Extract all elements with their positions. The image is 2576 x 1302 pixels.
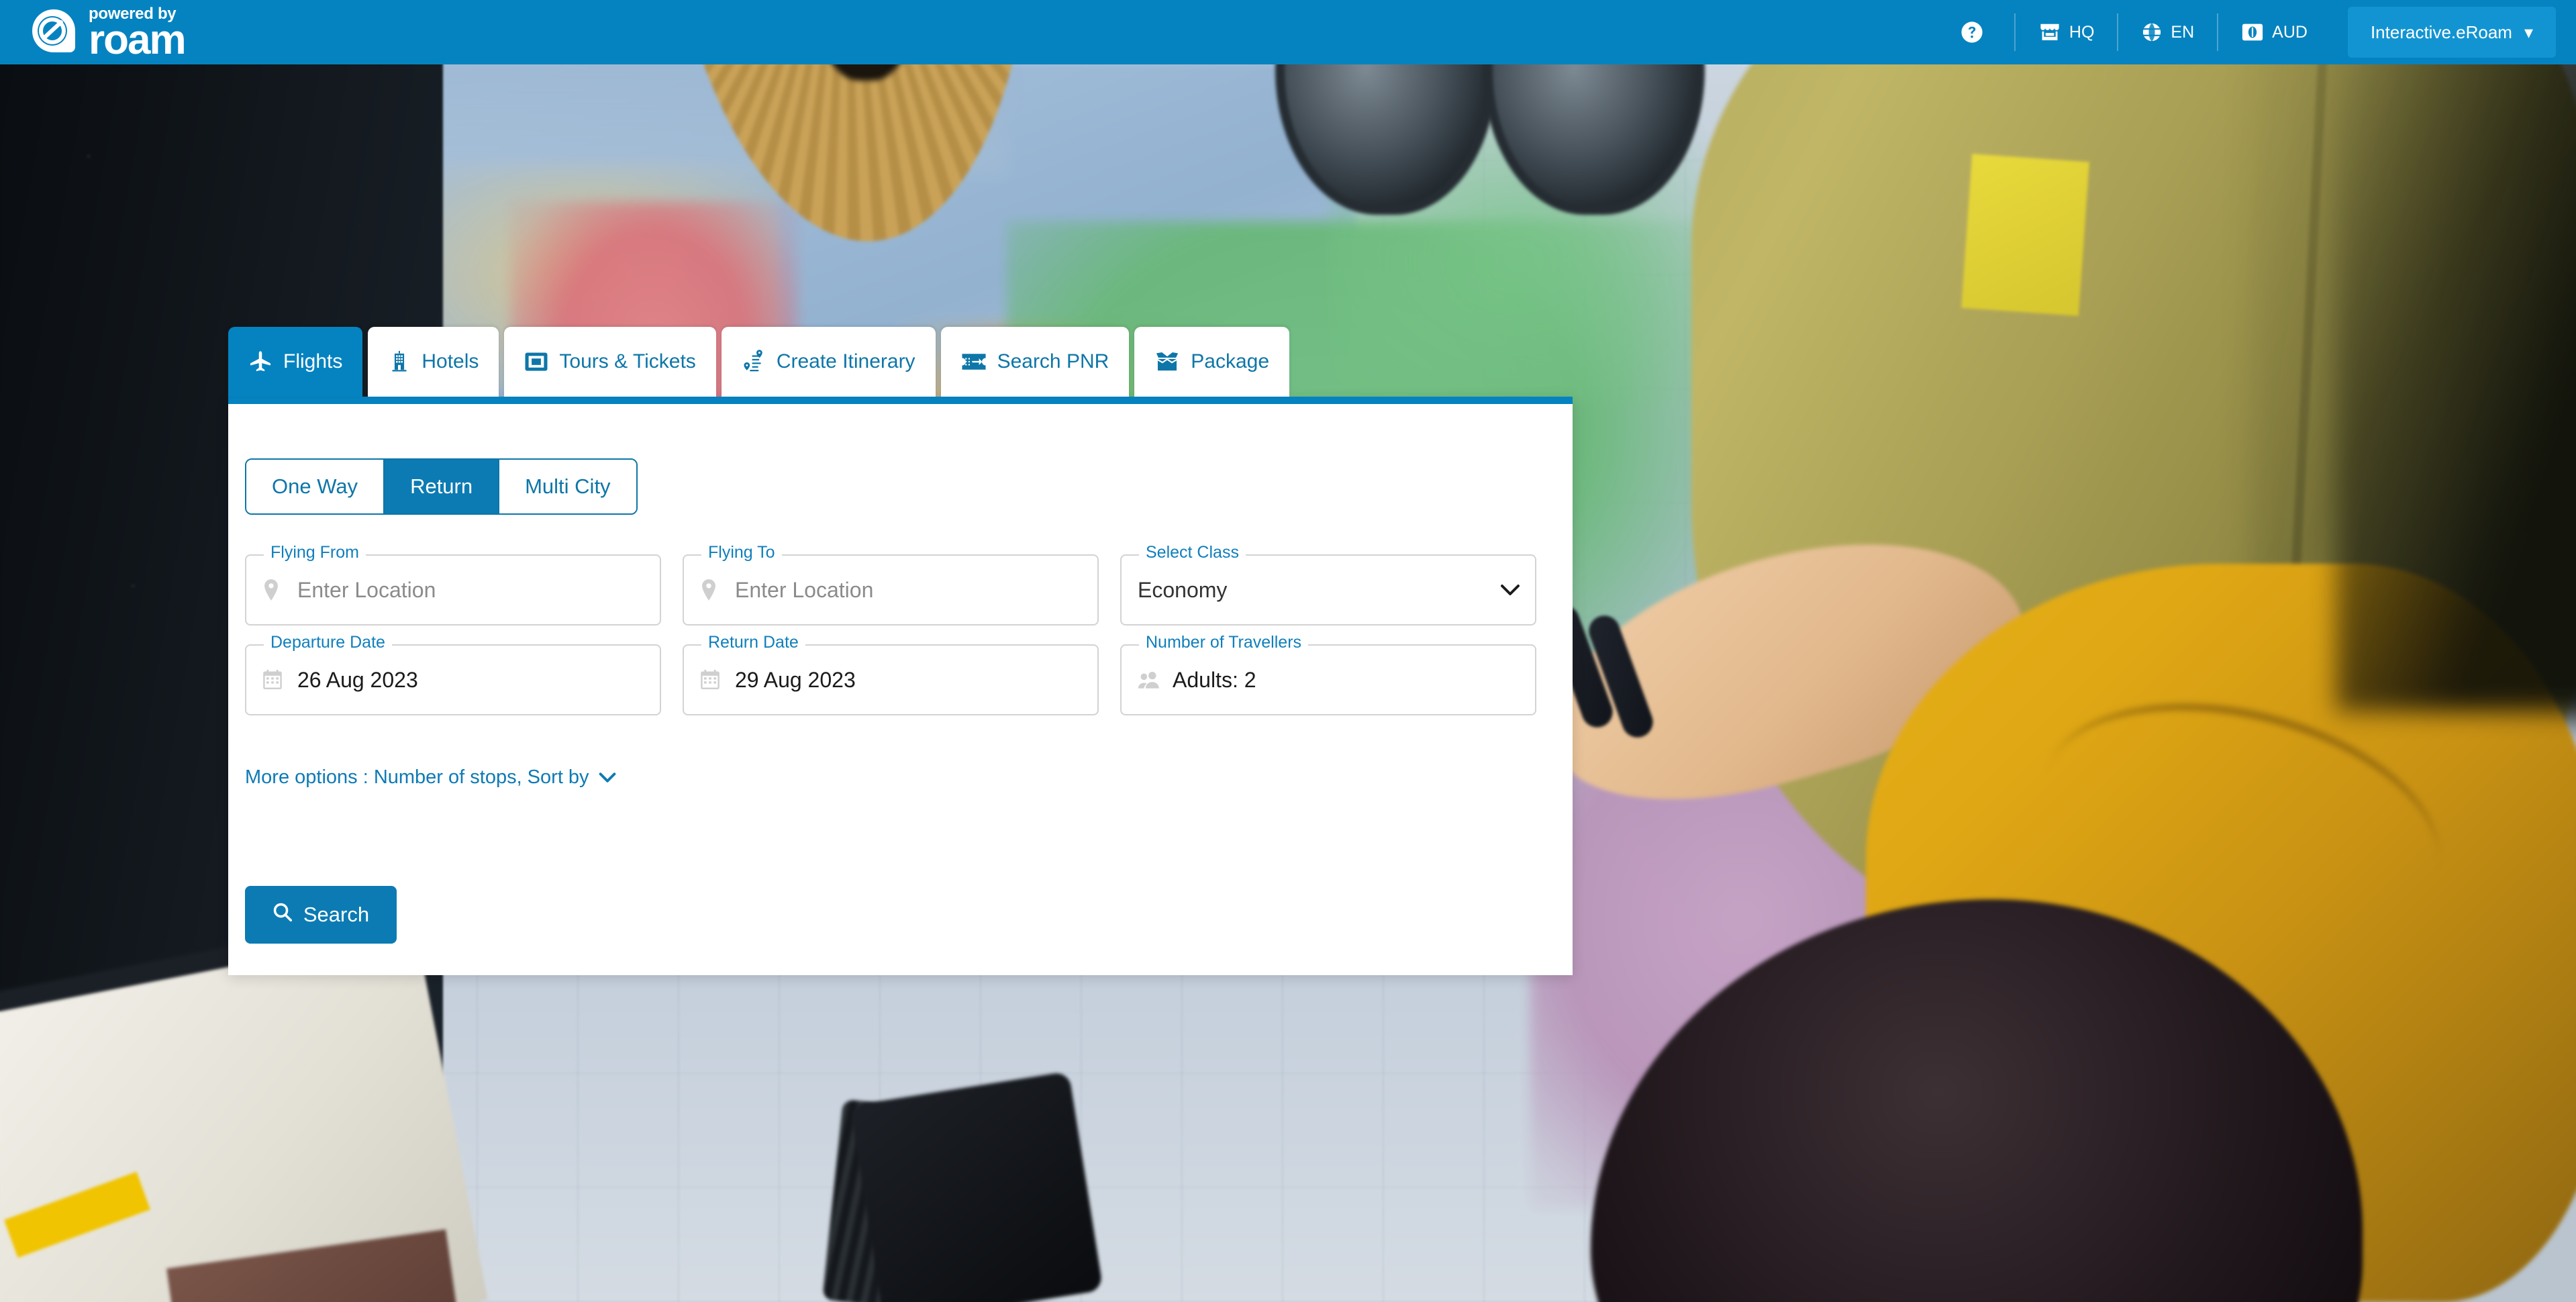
globe-icon: [2141, 21, 2163, 43]
box-icon: [1154, 350, 1180, 373]
flying-to-label: Flying To: [701, 544, 782, 561]
photo-dark-shoulder: [2336, 40, 2576, 711]
route-pin-icon: [742, 348, 766, 375]
tab-package[interactable]: Package: [1134, 327, 1290, 397]
flying-to-value: Enter Location: [735, 577, 874, 602]
flight-search-card: One Way Return Multi City Flying From En…: [228, 397, 1573, 975]
flying-from-field[interactable]: Flying From Enter Location: [245, 544, 661, 625]
photo-smartphone: [850, 1071, 1103, 1302]
tab-search-pnr-label: Search PNR: [997, 350, 1109, 372]
tab-hotels-label: Hotels: [422, 350, 479, 372]
departure-date-value: 26 Aug 2023: [297, 667, 418, 692]
top-nav-actions: HQ EN AUD Interactive.eRoam ▾: [1938, 0, 2556, 64]
people-icon: [1138, 670, 1167, 689]
flying-from-value: Enter Location: [297, 577, 436, 602]
currency-selector[interactable]: AUD: [2217, 13, 2330, 51]
select-class-value: Economy: [1138, 577, 1228, 602]
chevron-down-icon: [599, 766, 616, 789]
travellers-field[interactable]: Number of Travellers Adults: 2: [1120, 634, 1536, 715]
flying-to-field[interactable]: Flying To Enter Location: [683, 544, 1099, 625]
service-tab-bar: Flights Hotels Tours & Tickets Create It…: [228, 327, 1295, 397]
calendar-icon: [700, 669, 730, 691]
tab-create-itinerary[interactable]: Create Itinerary: [721, 327, 936, 397]
map-pin-icon: [700, 579, 730, 601]
logo-roam-text: roam: [89, 17, 187, 64]
tab-tours-tickets[interactable]: Tours & Tickets: [504, 327, 716, 397]
trip-type-one-way-label: One Way: [272, 474, 358, 498]
help-circle-icon: [1961, 21, 1983, 44]
eroam-logo[interactable]: powered by roam: [26, 4, 187, 64]
plane-icon: [248, 350, 273, 374]
store-icon: [2038, 22, 2061, 42]
select-class-field[interactable]: Select Class Economy: [1120, 544, 1536, 625]
return-date-label: Return Date: [701, 634, 805, 651]
currency-label: AUD: [2272, 22, 2308, 42]
eroam-logo-mark-icon: [26, 4, 82, 60]
language-selector[interactable]: EN: [2117, 13, 2217, 51]
return-date-value: 29 Aug 2023: [735, 667, 856, 692]
select-class-label: Select Class: [1139, 544, 1246, 561]
hq-selector[interactable]: HQ: [2014, 13, 2118, 51]
travellers-label: Number of Travellers: [1139, 634, 1309, 651]
more-options-toggle[interactable]: More options : Number of stops, Sort by: [245, 766, 616, 789]
trip-type-one-way[interactable]: One Way: [246, 460, 385, 513]
return-date-field[interactable]: Return Date 29 Aug 2023: [683, 634, 1099, 715]
building-icon: [388, 350, 411, 374]
tab-flights-label: Flights: [283, 350, 343, 372]
chevron-down-icon[interactable]: [1500, 583, 1520, 597]
top-navigation-bar: powered by roam HQ EN AUD Interactive.eR…: [0, 0, 2576, 64]
departure-date-field[interactable]: Departure Date 26 Aug 2023: [245, 634, 661, 715]
tab-tours-tickets-label: Tours & Tickets: [559, 350, 696, 372]
trip-type-multi-city[interactable]: Multi City: [499, 460, 636, 513]
tab-search-pnr[interactable]: Search PNR: [940, 327, 1130, 397]
currency-icon: [2241, 23, 2264, 42]
tab-hotels[interactable]: Hotels: [368, 327, 499, 397]
search-icon: [273, 902, 293, 928]
tab-package-label: Package: [1191, 350, 1270, 372]
photo-backpack-yellow-tag: [1961, 154, 2089, 316]
more-options-label: More options : Number of stops, Sort by: [245, 766, 589, 788]
flight-search-form: Flying From Enter Location Flying To Ent…: [245, 544, 1537, 715]
tab-flights[interactable]: Flights: [228, 327, 363, 397]
travellers-value: Adults: 2: [1173, 667, 1256, 692]
user-account-menu[interactable]: Interactive.eRoam ▾: [2347, 7, 2556, 58]
trip-type-return[interactable]: Return: [385, 460, 500, 513]
chevron-down-icon: ▾: [2524, 21, 2533, 42]
trip-type-multi-city-label: Multi City: [525, 474, 611, 498]
departure-date-label: Departure Date: [264, 634, 392, 651]
language-label: EN: [2171, 22, 2195, 42]
tab-create-itinerary-label: Create Itinerary: [776, 350, 915, 372]
map-pin-icon: [262, 579, 292, 601]
user-account-label: Interactive.eRoam: [2370, 21, 2512, 42]
trip-type-return-label: Return: [410, 474, 473, 498]
trip-type-toggle: One Way Return Multi City: [245, 458, 638, 515]
search-button-label: Search: [303, 903, 370, 926]
calendar-icon: [262, 669, 292, 691]
search-button[interactable]: Search: [245, 886, 397, 944]
flying-from-label: Flying From: [264, 544, 366, 561]
ticket-square-icon: [524, 350, 548, 373]
ticket-icon: [961, 352, 987, 371]
hq-label: HQ: [2069, 22, 2095, 42]
eroam-logo-text: powered by roam: [89, 6, 187, 64]
help-button[interactable]: [1938, 13, 2014, 51]
